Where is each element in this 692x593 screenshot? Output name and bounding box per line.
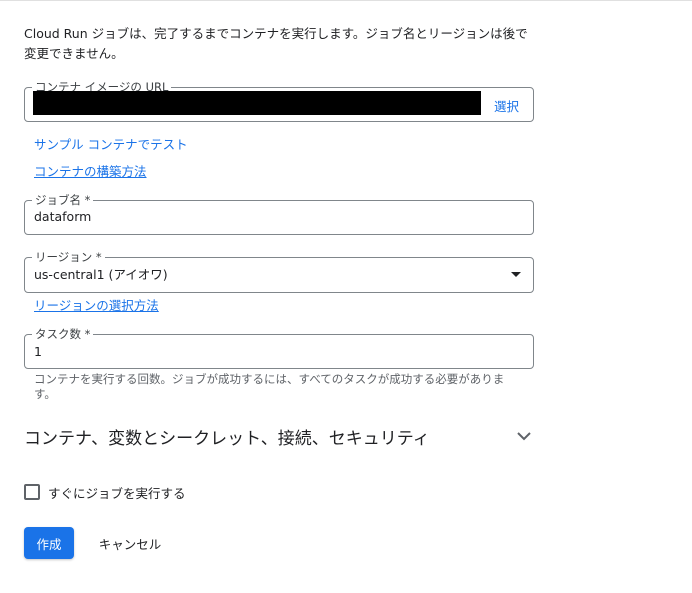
task-count-input[interactable]: 1 — [34, 343, 42, 361]
region-selected-value: us-central1 (アイオワ) — [34, 267, 168, 282]
image-url-field[interactable]: コンテナ イメージの URL 選択 — [24, 79, 534, 122]
cancel-button[interactable]: キャンセル — [88, 527, 172, 559]
task-count-hint: コンテナを実行する回数。ジョブが成功するには、すべてのタスクが成功する必要があり… — [34, 372, 505, 401]
build-container-link[interactable]: コンテナの構築方法 — [34, 161, 147, 180]
region-choice-link[interactable]: リージョンの選択方法 — [34, 295, 159, 314]
intro-text: Cloud Run ジョブは、完了するまでコンテナを実行します。ジョブ名とリージ… — [24, 26, 528, 61]
redacted-image-url-value — [33, 91, 481, 115]
select-image-button[interactable]: 選択 — [494, 96, 519, 115]
advanced-settings-title: コンテナ、変数とシークレット、接続、セキュリティ — [24, 429, 430, 449]
create-button[interactable]: 作成 — [24, 527, 74, 559]
advanced-settings-expander[interactable]: コンテナ、変数とシークレット、接続、セキュリティ — [24, 422, 536, 452]
task-count-field[interactable]: タスク数 * 1 — [24, 326, 534, 369]
execute-now-label: すぐにジョブを実行する — [48, 486, 186, 501]
top-divider — [0, 0, 692, 1]
task-count-label: タスク数 * — [32, 326, 94, 342]
dropdown-arrow-icon — [511, 272, 521, 277]
region-label: リージョン * — [32, 249, 105, 265]
region-select[interactable]: リージョン * us-central1 (アイオワ) — [24, 249, 534, 293]
chevron-down-icon[interactable] — [516, 428, 532, 448]
job-name-field[interactable]: ジョブ名 * dataform — [24, 192, 534, 235]
job-name-input[interactable]: dataform — [34, 208, 91, 226]
job-name-label: ジョブ名 * — [32, 192, 94, 208]
execute-now-checkbox[interactable] — [24, 484, 40, 500]
sample-container-link[interactable]: サンプル コンテナでテスト — [34, 134, 188, 153]
